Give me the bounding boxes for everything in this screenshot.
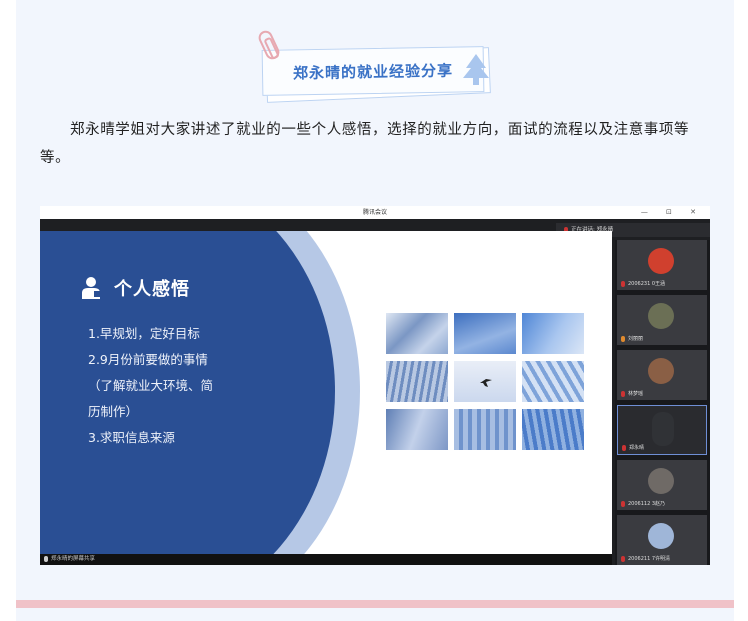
slide-heading: 个人感悟 [82, 275, 190, 301]
slide-line: 1.早规划，定好目标 [88, 326, 200, 341]
photo-tile [454, 409, 516, 450]
section-divider [16, 600, 734, 608]
window-controls[interactable]: — ⊡ ✕ [641, 206, 704, 219]
article-paragraph: 郑永晴学姐对大家讲述了就业的一些个人感悟，选择的就业方向，面试的流程以及注意事项… [40, 122, 690, 166]
window-titlebar: 腾讯会议 — ⊡ ✕ [40, 206, 710, 219]
participant-card[interactable]: 2006211 7许明清 [617, 515, 707, 565]
photo-tile [386, 409, 448, 450]
participant-name: 郑永晴 [629, 445, 645, 451]
avatar [648, 468, 674, 494]
slide-bullet-list: 1.早规划，定好目标 2.9月份前要做的事情 （了解就业大环境、简 历制作） 3… [88, 321, 213, 451]
pine-tree-icon [463, 54, 489, 85]
mic-icon [622, 444, 626, 451]
photo-tile [454, 361, 516, 402]
participant-card[interactable]: 2006231 0王涵 [617, 240, 707, 290]
photo-tile [454, 313, 516, 354]
slide-title: 个人感悟 [114, 279, 190, 300]
slide-line: （了解就业大环境、简 [88, 378, 214, 393]
mic-icon [621, 500, 625, 507]
participant-name: 2006211 7许明清 [628, 556, 671, 562]
slide-line: 2.9月份前要做的事情 [88, 352, 208, 367]
mic-icon [621, 390, 625, 397]
participant-name: 刘丽丽 [628, 336, 644, 342]
participant-card[interactable]: 林梦瑶 [617, 350, 707, 400]
photo-tile [522, 409, 584, 450]
building-photo-grid [386, 313, 584, 453]
photo-tile [522, 313, 584, 354]
slide-line: 3.求职信息来源 [88, 430, 175, 445]
shared-slide: 个人感悟 1.早规划，定好目标 2.9月份前要做的事情 （了解就业大环境、简 历… [40, 231, 612, 554]
badge-title: 郑永晴的就业经验分享 [292, 61, 454, 82]
window-title: 腾讯会议 [362, 209, 387, 216]
participant-card[interactable]: 2006112 3赵乃 [617, 460, 707, 510]
participant-name: 2006112 3赵乃 [628, 501, 666, 507]
avatar [648, 248, 674, 274]
participant-name: 2006231 0王涵 [628, 281, 666, 287]
participant-list[interactable]: 2006231 0王涵 刘丽丽 林梦瑶 郑永晴 2006112 3赵乃 2006… [615, 240, 710, 565]
content-panel-bottom [16, 608, 734, 621]
mic-icon [621, 335, 625, 342]
video-feed [652, 412, 674, 446]
photo-tile [386, 313, 448, 354]
mic-icon [621, 555, 625, 562]
screen-share-icon [44, 555, 48, 562]
photo-tile [386, 361, 448, 402]
status-text: 郑永晴的屏幕共享 [51, 556, 96, 562]
slide-line: 历制作） [88, 404, 139, 419]
participant-card-video[interactable]: 郑永晴 [617, 405, 707, 455]
airplane-icon [480, 379, 492, 387]
person-icon [82, 277, 100, 299]
participant-card[interactable]: 刘丽丽 [617, 295, 707, 345]
avatar [648, 358, 674, 384]
photo-tile [522, 361, 584, 402]
participant-name: 林梦瑶 [628, 391, 644, 397]
mic-icon [621, 280, 625, 287]
title-badge: 郑永晴的就业经验分享 [261, 46, 491, 103]
avatar [648, 303, 674, 329]
status-bar: 郑永晴的屏幕共享 [40, 554, 612, 565]
avatar [648, 523, 674, 549]
meeting-screenshot: 腾讯会议 — ⊡ ✕ 正在讲话: 郑永晴 个人感悟 1.早规划，定好目标 2.9… [40, 206, 710, 565]
